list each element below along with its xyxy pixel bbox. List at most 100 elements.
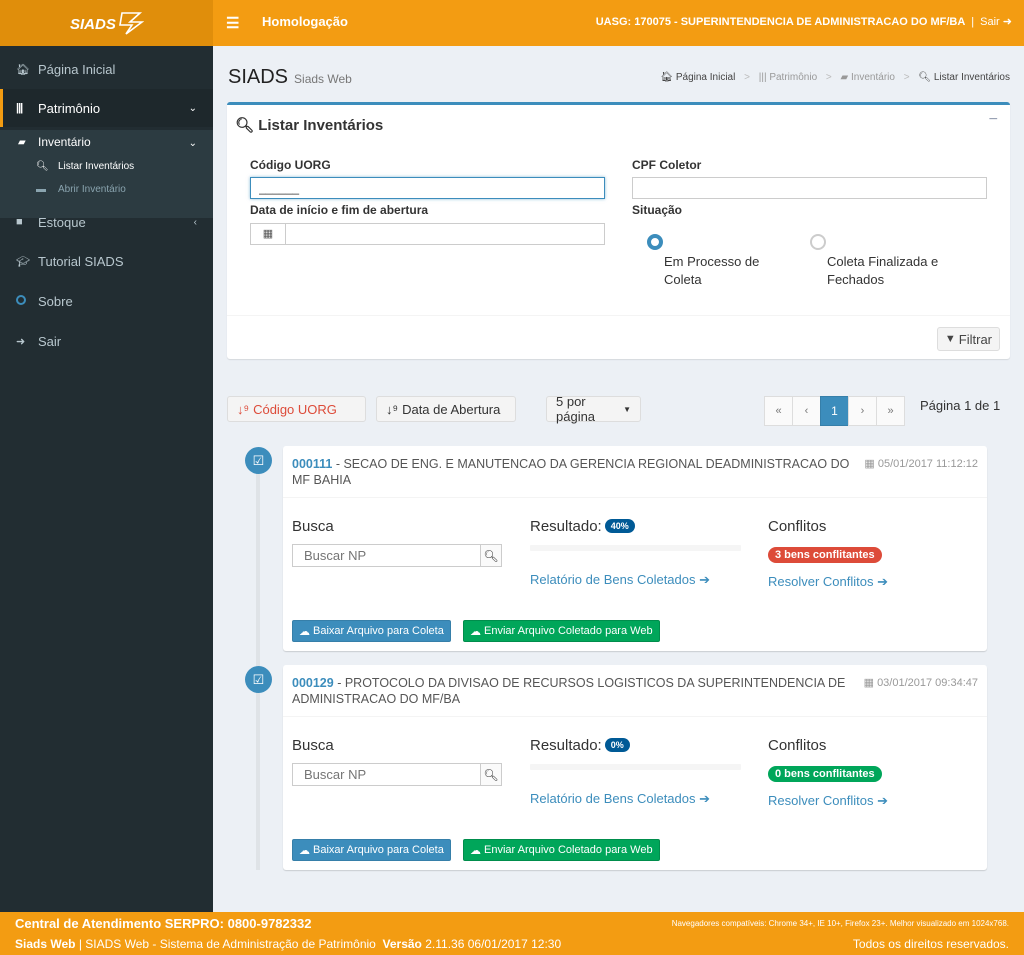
collapse-button[interactable]: −: [989, 111, 998, 129]
resultado-label: Resultado:: [530, 518, 602, 535]
radio-em-processo[interactable]: [647, 234, 663, 250]
breadcrumb-inventario-label: Inventário: [851, 72, 895, 83]
sort-codigo-uorg-button[interactable]: ↓⁹ Código UORG: [227, 396, 366, 422]
inventory-title: 000129 - PROTOCOLO DA DIVISAO DE RECURSO…: [292, 676, 846, 706]
radio-coleta-finalizada[interactable]: [810, 234, 826, 250]
submenu-child-label: Listar Inventários: [58, 161, 135, 172]
pager-last-button[interactable]: »: [876, 396, 905, 426]
breadcrumb-patrimonio[interactable]: ||| Patrimônio: [759, 72, 817, 83]
sidebar-item-pagina-inicial[interactable]: 🏠︎ Página Inicial: [0, 50, 213, 88]
filter-box: 🔍︎ Listar Inventários − Código UORG CPF …: [227, 102, 1010, 359]
inventory-date-text: 03/01/2017 09:34:47: [877, 677, 978, 689]
breadcrumb-inventario[interactable]: ▰ Inventário: [841, 72, 895, 83]
sidebar-item-tutorial[interactable]: 🎓︎ Tutorial SIADS: [0, 242, 213, 280]
page-info: Página 1 de 1: [920, 398, 1001, 413]
search-np-input[interactable]: [293, 545, 480, 566]
arrow-circle-right-icon: ➔: [699, 791, 711, 806]
sidebar-item-inventario[interactable]: ▰ Inventário: [18, 135, 91, 149]
arrow-circle-right-icon: ➔: [877, 574, 889, 589]
arrow-circle-right-icon: ➔: [699, 572, 711, 587]
card-divider: [283, 497, 987, 498]
codigo-uorg-input[interactable]: [250, 177, 605, 199]
environment-label: Homologação: [262, 14, 348, 29]
top-header: SIADS ☰ Homologação UASG: 170075 - SUPER…: [0, 0, 1024, 46]
book-icon: ▰: [18, 136, 26, 148]
inventory-name: PROTOCOLO DA DIVISAO DE RECURSOS LOGISTI…: [292, 676, 846, 706]
pager-next-button[interactable]: ›: [848, 396, 877, 426]
resolver-conflitos-link[interactable]: Resolver Conflitos ➔: [768, 793, 888, 809]
sidebar: 🏠︎ Página Inicial ||| Patrimônio ⌄ ▰ Invent…: [0, 46, 213, 912]
sidebar-item-estoque[interactable]: ■ Estoque ‹: [0, 203, 213, 241]
sidebar-item-label: Sobre: [38, 293, 73, 309]
pager-page-1-button[interactable]: 1: [820, 396, 849, 426]
arrow-circle-right-icon: ➔: [877, 793, 889, 808]
card-divider: [283, 716, 987, 717]
result-percent-badge: 0%: [604, 738, 630, 753]
footer-rights: Todos os direitos reservados.: [852, 937, 1009, 951]
inventory-code-link[interactable]: 000129: [292, 676, 334, 690]
page-size-select[interactable]: 5 por página ▼: [546, 394, 641, 424]
calendar-icon: ▦: [863, 677, 874, 689]
pager-first-button[interactable]: «: [764, 396, 793, 426]
sidebar-item-label: Tutorial SIADS: [38, 253, 124, 269]
upload-button[interactable]: ☁ Enviar Arquivo Coletado para Web: [463, 839, 660, 861]
sidebar-item-sair[interactable]: ➜ Sair: [0, 322, 213, 360]
cpf-coletor-input[interactable]: [632, 177, 987, 199]
sidebar-item-sobre[interactable]: Sobre: [0, 282, 213, 320]
download-button[interactable]: ☁ Baixar Arquivo para Coleta: [292, 620, 451, 642]
filter-box-title: 🔍︎ Listar Inventários: [235, 116, 383, 134]
resolver-conflitos-link[interactable]: Resolver Conflitos ➔: [768, 574, 888, 590]
search-np-input[interactable]: [293, 764, 480, 785]
inventory-code-link[interactable]: 000111: [292, 457, 332, 471]
inventory-card: 000111 - SECAO DE ENG. E MANUTENCAO DA G…: [283, 446, 987, 651]
sidebar-item-abrir-inventario[interactable]: ▬ Abrir Inventário: [36, 184, 126, 195]
inventory-date: ▦ 03/01/2017 09:34:47: [864, 676, 978, 689]
sidebar-item-listar-inventarios[interactable]: 🔍︎ Listar Inventários: [36, 161, 134, 172]
radio-coleta-finalizada-label: Coleta Finalizada e Fechados: [827, 254, 939, 287]
download-button-label: Baixar Arquivo para Coleta: [313, 844, 444, 856]
search-icon: 🔍︎: [235, 117, 255, 134]
footer: Central de Atendimento SERPRO: 0800-9782…: [0, 912, 1024, 955]
sort-date-label: Data de Abertura: [402, 401, 501, 417]
hamburger-menu-icon[interactable]: ☰: [226, 14, 239, 32]
uasg-separator: |: [971, 16, 975, 28]
breadcrumb-home[interactable]: 🏠︎ Página Inicial: [660, 72, 735, 83]
conflict-count-badge: 0 bens conflitantes: [768, 766, 882, 782]
search-icon: 🔍︎: [918, 72, 932, 83]
search-icon[interactable]: 🔍︎: [480, 545, 501, 566]
logo-text: SIADS: [70, 16, 116, 33]
graduation-cap-icon: 🎓︎: [16, 255, 30, 268]
sort-numeric-icon: ↓⁹: [386, 401, 399, 417]
header-exit-link[interactable]: Sair ➜: [980, 16, 1012, 28]
breadcrumb-separator: >: [903, 72, 910, 83]
relatorio-bens-link[interactable]: Relatório de Bens Coletados ➔: [530, 572, 710, 588]
inventory-date-text: 05/01/2017 11:12:12: [877, 458, 978, 470]
uasg-info: UASG: 170075 - SUPERINTENDENCIA DE ADMIN…: [596, 15, 1012, 28]
caret-down-icon: ▼: [623, 404, 631, 414]
upload-button-label: Enviar Arquivo Coletado para Web: [484, 844, 653, 856]
folder-open-icon: ▬: [36, 184, 46, 195]
footer-app-name: Siads Web: [15, 937, 76, 951]
relatorio-link-label: Relatório de Bens Coletados: [530, 572, 696, 587]
download-button-label: Baixar Arquivo para Coleta: [313, 625, 444, 637]
search-icon[interactable]: 🔍︎: [480, 764, 501, 785]
pager-prev-button[interactable]: ‹: [792, 396, 821, 426]
logo-area[interactable]: SIADS: [0, 0, 213, 46]
header-exit-label: Sair: [980, 16, 1000, 28]
sort-uorg-label: Código UORG: [253, 401, 337, 417]
upload-button[interactable]: ☁ Enviar Arquivo Coletado para Web: [463, 620, 660, 642]
download-button[interactable]: ☁ Baixar Arquivo para Coleta: [292, 839, 451, 861]
sort-data-abertura-button[interactable]: ↓⁹ Data de Abertura: [376, 396, 516, 422]
sidebar-item-patrimonio[interactable]: ||| Patrimônio ⌄: [0, 89, 213, 127]
filter-icon: ▼: [944, 333, 956, 345]
cloud-upload-icon: ☁: [470, 625, 481, 638]
codigo-uorg-label: Código UORG: [250, 158, 331, 172]
calendar-icon[interactable]: ▦: [250, 223, 286, 245]
footer-version-label: Versão: [382, 937, 422, 951]
relatorio-bens-link[interactable]: Relatório de Bens Coletados ➔: [530, 791, 710, 807]
date-range-input[interactable]: [285, 223, 605, 245]
filter-button[interactable]: ▼ Filtrar: [936, 327, 1000, 351]
circle-icon: [16, 294, 38, 308]
cloud-download-icon: ☁: [299, 844, 310, 857]
page-title-text: SIADS: [228, 66, 289, 88]
